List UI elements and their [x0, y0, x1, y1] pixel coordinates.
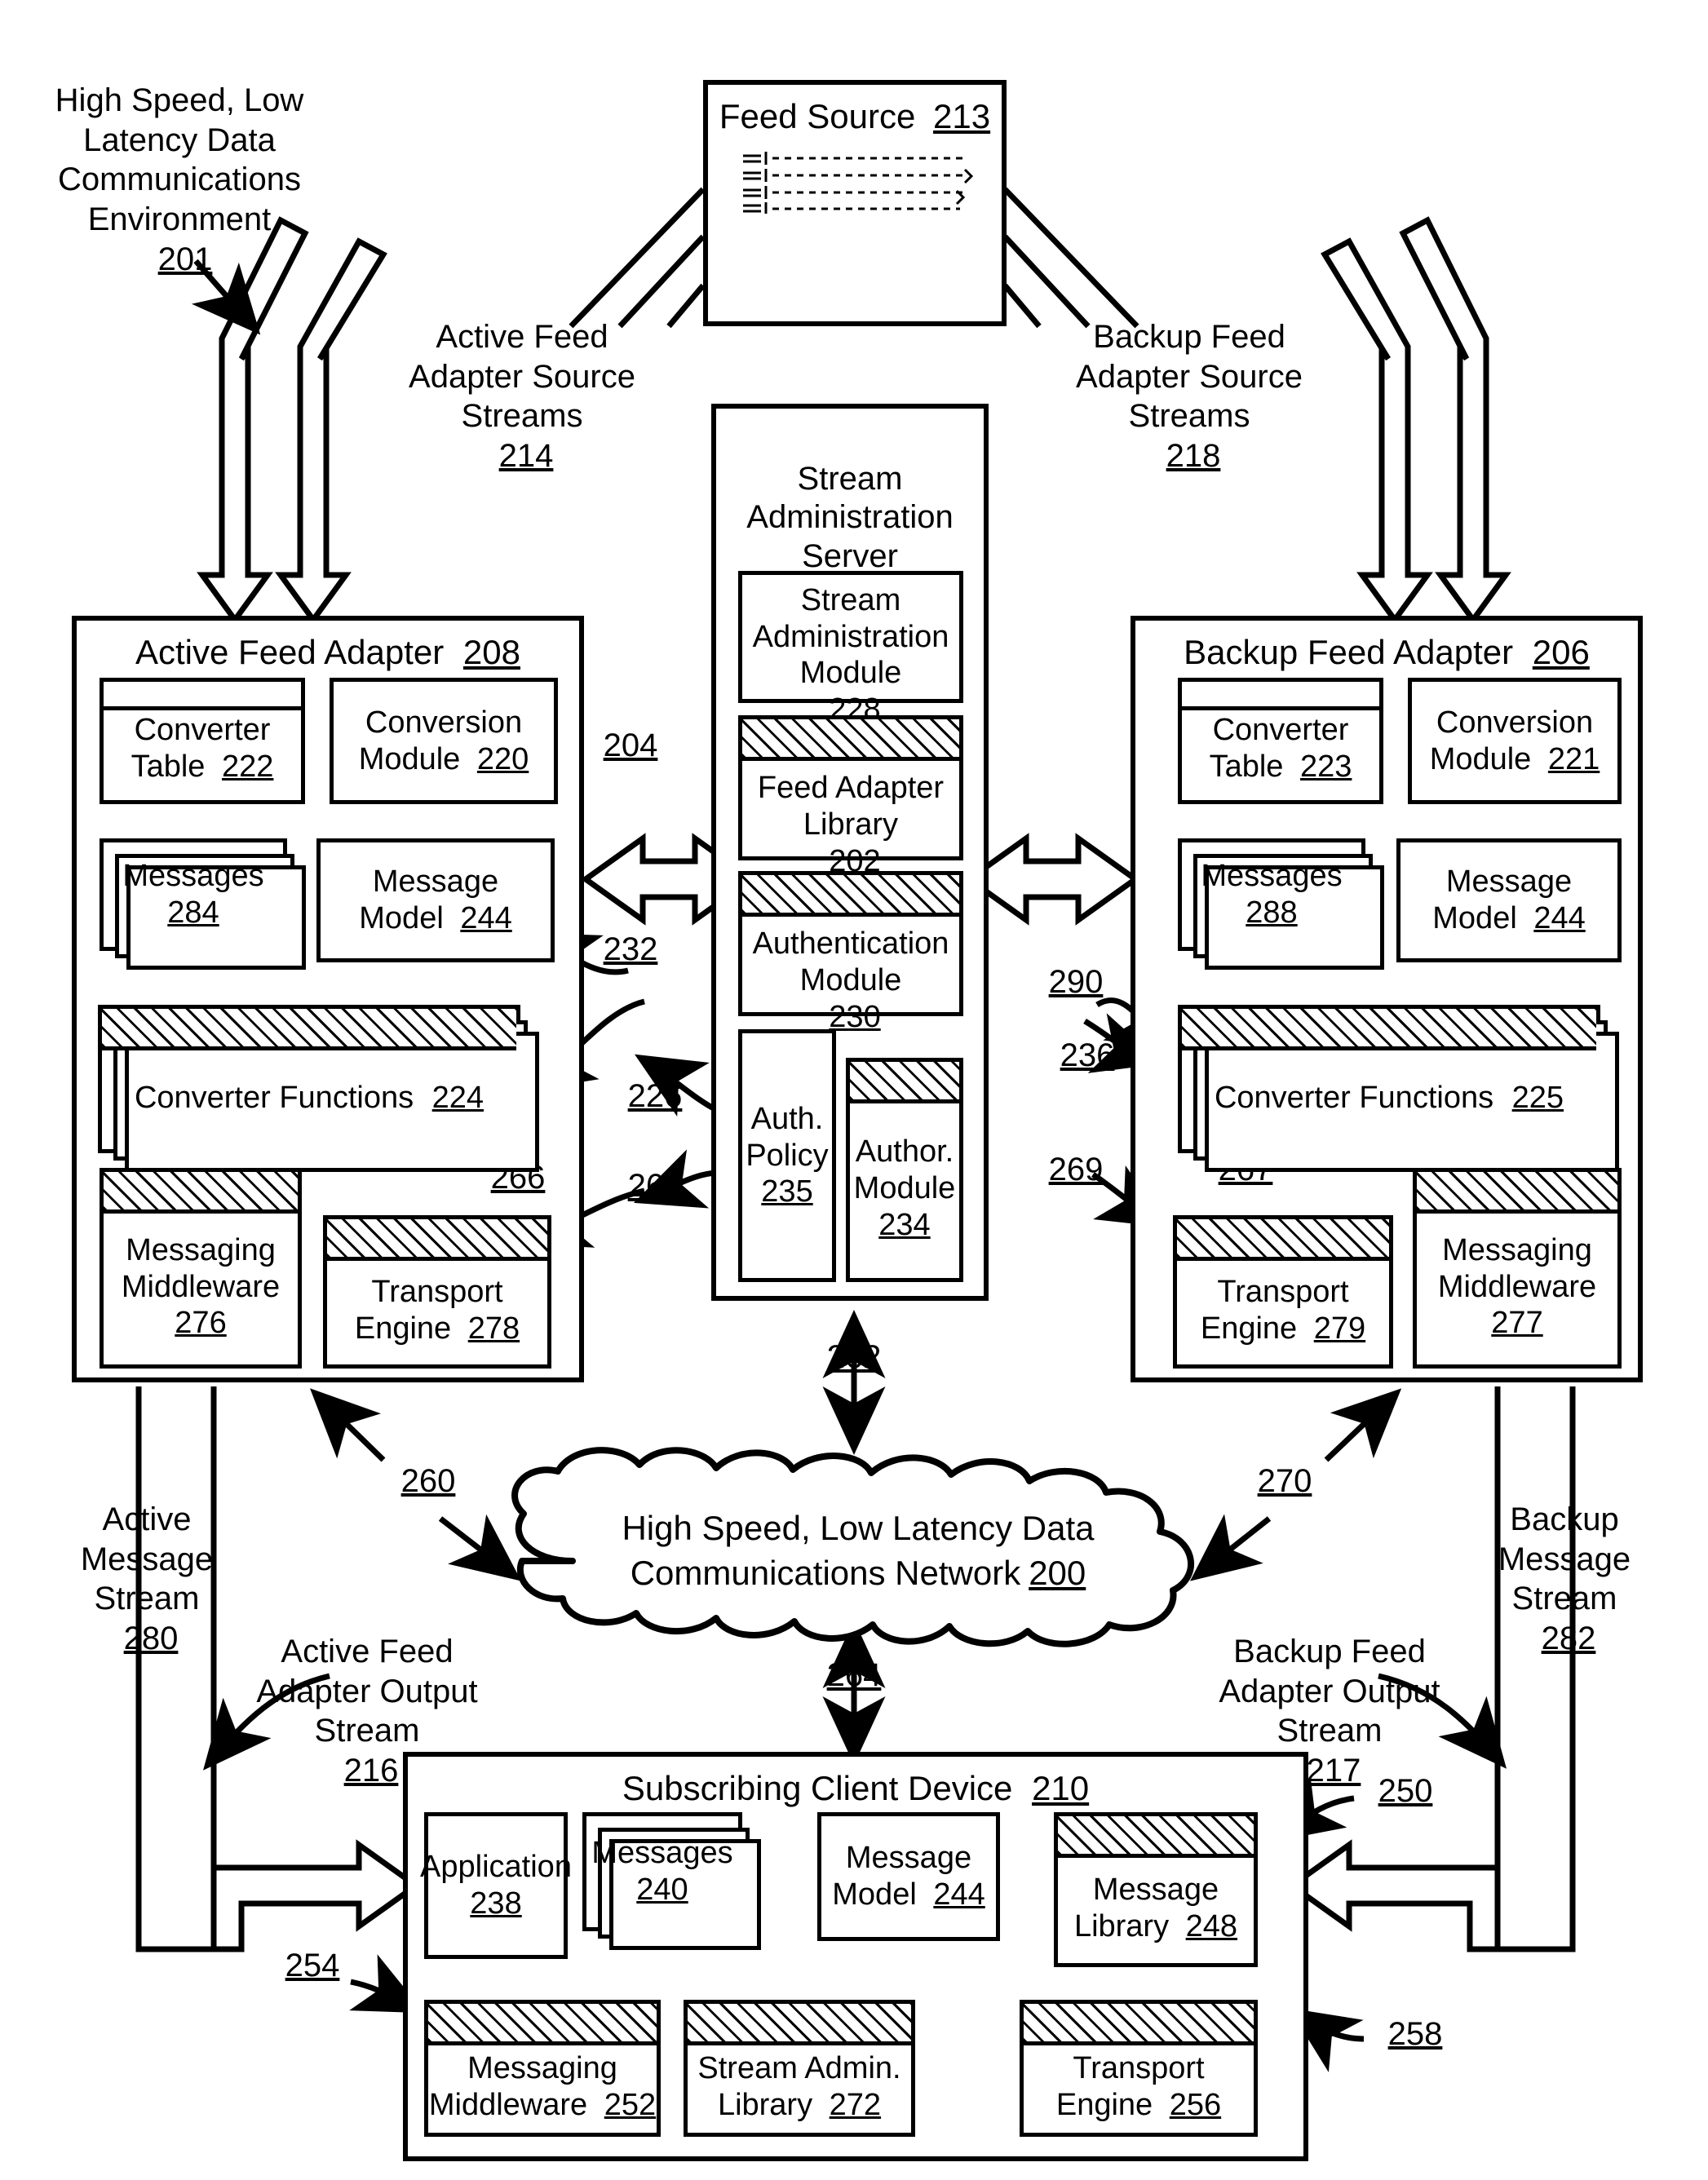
active-message-model[interactable]: Message Model 244: [316, 838, 555, 962]
messaging-middleware-label: Messaging Middleware 277: [1437, 1232, 1597, 1341]
transport-engine-label: Transport Engine 279: [1200, 1275, 1366, 1346]
hatched-header-icon: [1024, 2004, 1254, 2045]
callout-204: 204: [603, 727, 658, 763]
active-transport-engine[interactable]: Transport Engine 278: [323, 1215, 551, 1369]
hatched-header-icon: [327, 1219, 547, 1261]
callout-269: 269: [1048, 1152, 1104, 1187]
feed-source-data-glyph: [743, 151, 973, 214]
callout-262: 262: [826, 1339, 882, 1375]
author-module[interactable]: Author. Module 234: [846, 1058, 963, 1282]
conversion-module-label: Conversion Module 220: [358, 705, 529, 776]
converter-functions-label: Converter Functions 225: [1214, 1080, 1564, 1115]
backup-conversion-module[interactable]: Conversion Module 221: [1408, 678, 1622, 804]
client-message-library[interactable]: Message Library 248: [1054, 1812, 1258, 1967]
active-conversion-module[interactable]: Conversion Module 220: [330, 678, 558, 804]
backup-messages[interactable]: Messages 288: [1178, 838, 1384, 970]
auth-policy-label: Auth. Policy 235: [746, 1101, 829, 1209]
transport-engine-label: Transport Engine 256: [1055, 2051, 1222, 2122]
messaging-middleware-label: Messaging Middleware 276: [121, 1232, 281, 1341]
message-model-label: Message Model 244: [359, 864, 512, 935]
feed-adapter-library[interactable]: Feed Adapter Library 202: [738, 715, 963, 878]
backup-feed-adapter-title: Backup Feed Adapter 206: [1184, 633, 1590, 671]
active-converter-table[interactable]: Converter Table 222: [100, 678, 305, 804]
admin-module-label: Stream Administration Module 228: [752, 582, 949, 727]
callout-264: 264: [826, 1657, 882, 1693]
active-messaging-middleware[interactable]: Messaging Middleware 276: [100, 1168, 302, 1369]
active-messages[interactable]: Messages 284: [100, 838, 306, 970]
message-model-label: Message Model 244: [832, 1841, 985, 1912]
environment-label: High Speed, Low Latency Data Communicati…: [55, 82, 304, 277]
hatched-header-icon: [742, 875, 959, 917]
client-messages[interactable]: Messages 240: [582, 1812, 761, 1950]
callout-226: 226: [627, 1078, 683, 1114]
hatched-header-icon: [850, 1062, 959, 1103]
feed-source-title: Feed Source 213: [719, 97, 991, 135]
client-application[interactable]: Application 238: [420, 1812, 572, 1959]
conversion-module-label: Conversion Module 221: [1429, 705, 1600, 776]
callout-258: 258: [1387, 2016, 1443, 2052]
active-feed-adapter-title: Active Feed Adapter 208: [135, 633, 520, 671]
stream-administration-module[interactable]: Stream Administration Module 228: [738, 571, 963, 727]
hatched-header-icon: [104, 1172, 298, 1214]
hatched-header-icon: [1177, 1219, 1389, 1261]
hatched-header-icon: [102, 1009, 516, 1050]
backup-message-model[interactable]: Message Model 244: [1396, 838, 1622, 962]
hatched-header-icon: [1058, 1816, 1254, 1858]
converter-table-header-row: [104, 682, 301, 710]
auth-policy[interactable]: Auth. Policy 235: [738, 1029, 836, 1282]
backup-transport-engine[interactable]: Transport Engine 279: [1173, 1215, 1393, 1369]
feed-source-box[interactable]: Feed Source 213: [703, 80, 1007, 326]
backup-source-stream-label: Backup Feed Adapter Source Streams 218: [1076, 318, 1303, 475]
hatched-header-icon: [742, 719, 959, 761]
hatched-header-icon: [428, 2004, 657, 2045]
client-transport-engine[interactable]: Transport Engine 256: [1020, 2000, 1258, 2137]
converter-table-header-row: [1182, 682, 1379, 710]
active-source-stream-label: Active Feed Adapter Source Streams 214: [409, 318, 635, 475]
client-messaging-middleware[interactable]: Messaging Middleware 252: [424, 2000, 661, 2137]
converter-table-label: Converter Table 222: [131, 712, 274, 784]
network-cloud[interactable]: High Speed, Low Latency Data Communicati…: [450, 1447, 1266, 1651]
callout-254: 254: [285, 1948, 340, 1983]
client-device-title: Subscribing Client Device 210: [622, 1769, 1090, 1807]
messages-label: Messages 284: [122, 859, 264, 930]
converter-functions-label: Converter Functions 224: [134, 1080, 485, 1115]
messages-label: Messages 240: [591, 1836, 733, 1907]
message-library-label: Message Library 248: [1073, 1873, 1238, 1943]
hatched-header-icon: [1417, 1172, 1617, 1214]
backup-converter-functions[interactable]: Converter Functions 225: [1178, 1005, 1619, 1172]
callout-290: 290: [1048, 964, 1104, 1000]
active-message-stream-label: Active Message Stream 280: [80, 1501, 214, 1657]
backup-messaging-middleware[interactable]: Messaging Middleware 277: [1413, 1168, 1622, 1369]
callout-268: 268: [627, 1168, 683, 1204]
stream-admin-library-label: Stream Admin. Library 272: [697, 2051, 901, 2122]
messages-label: Messages 288: [1201, 859, 1343, 930]
active-converter-functions[interactable]: Converter Functions 224: [98, 1005, 539, 1172]
network-label: High Speed, Low Latency Data Communicati…: [622, 1509, 1095, 1592]
backup-message-stream-label: Backup Message Stream 282: [1498, 1501, 1631, 1657]
messaging-middleware-label: Messaging Middleware 252: [428, 2051, 657, 2122]
converter-table-label: Converter Table 223: [1209, 712, 1352, 784]
author-module-label: Author. Module 234: [853, 1134, 956, 1242]
backup-converter-table[interactable]: Converter Table 223: [1178, 678, 1383, 804]
transport-engine-label: Transport Engine 278: [354, 1275, 520, 1346]
client-stream-admin-library[interactable]: Stream Admin. Library 272: [684, 2000, 915, 2137]
application-label: Application 238: [420, 1850, 572, 1921]
client-message-model[interactable]: Message Model 244: [817, 1812, 1000, 1941]
hatched-header-icon: [688, 2004, 911, 2045]
message-model-label: Message Model 244: [1432, 864, 1586, 935]
authentication-module[interactable]: Authentication Module 230: [738, 871, 963, 1034]
callout-232: 232: [603, 931, 658, 967]
hatched-header-icon: [1182, 1009, 1596, 1050]
callout-236: 236: [1060, 1037, 1115, 1073]
